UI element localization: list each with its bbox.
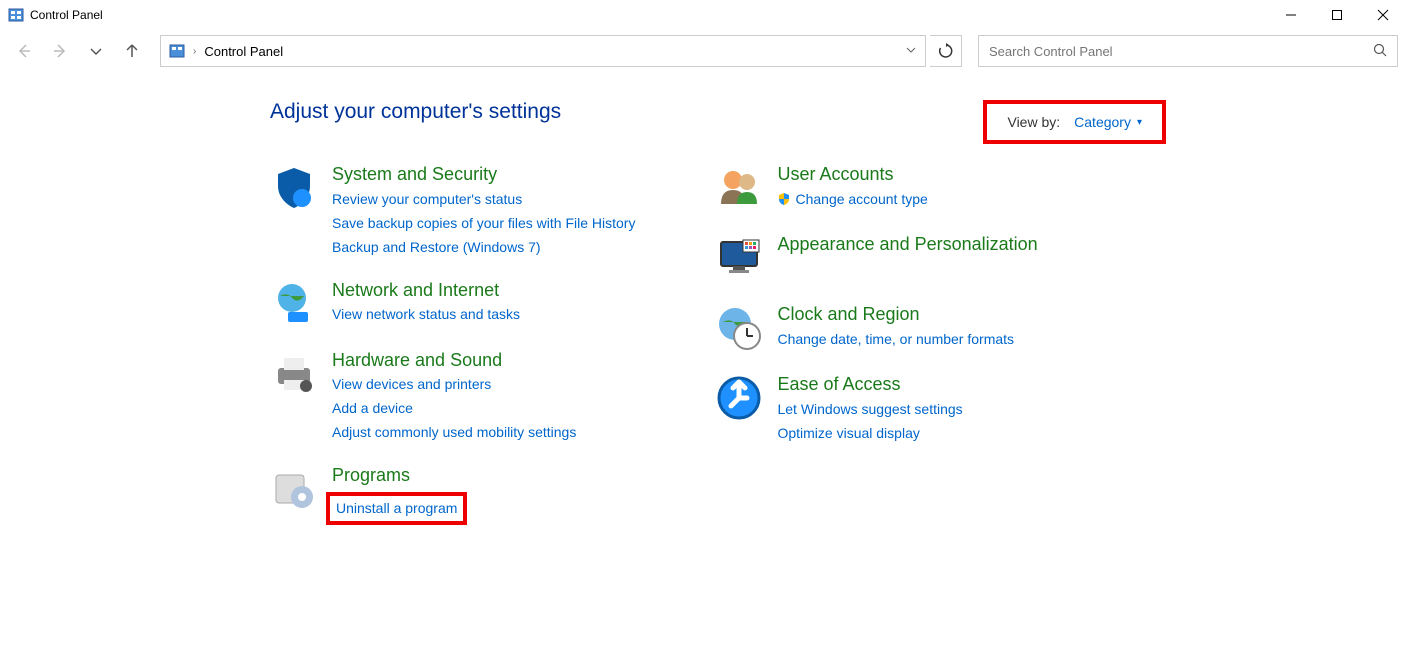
recent-locations-button[interactable] bbox=[80, 35, 112, 67]
category-title[interactable]: Appearance and Personalization bbox=[777, 234, 1037, 256]
view-by-dropdown[interactable]: Category ▾ bbox=[1074, 114, 1142, 130]
breadcrumb[interactable]: Control Panel bbox=[204, 44, 283, 59]
view-by-label: View by: bbox=[1007, 114, 1060, 130]
category-title[interactable]: Programs bbox=[332, 465, 467, 487]
category-link-text: Change account type bbox=[795, 189, 927, 210]
category-link[interactable]: Change date, time, or number formats bbox=[777, 329, 1014, 350]
search-input[interactable] bbox=[989, 44, 1373, 59]
caret-down-icon: ▾ bbox=[1137, 117, 1142, 128]
window-controls bbox=[1268, 0, 1406, 30]
category-programs: Programs Uninstall a program bbox=[270, 465, 635, 525]
users-icon bbox=[715, 164, 763, 212]
uninstall-program-link[interactable]: Uninstall a program bbox=[326, 492, 467, 525]
page-title: Adjust your computer's settings bbox=[270, 100, 1406, 124]
category-link[interactable]: View devices and printers bbox=[332, 374, 576, 395]
chevron-down-icon[interactable] bbox=[905, 43, 917, 59]
ease-of-access-icon bbox=[715, 374, 763, 422]
category-ease-of-access: Ease of Access Let Windows suggest setti… bbox=[715, 374, 1037, 444]
search-icon[interactable] bbox=[1373, 43, 1387, 60]
close-button[interactable] bbox=[1360, 0, 1406, 30]
category-system-security: System and Security Review your computer… bbox=[270, 164, 635, 258]
category-clock-region: Clock and Region Change date, time, or n… bbox=[715, 304, 1037, 352]
globe-network-icon bbox=[270, 280, 318, 328]
category-link[interactable]: Review your computer's status bbox=[332, 189, 635, 210]
category-link[interactable]: Add a device bbox=[332, 398, 576, 419]
up-button[interactable] bbox=[116, 35, 148, 67]
window-titlebar: Control Panel bbox=[0, 0, 1406, 30]
category-link[interactable]: Optimize visual display bbox=[777, 423, 962, 444]
category-link[interactable]: View network status and tasks bbox=[332, 304, 520, 325]
category-network-internet: Network and Internet View network status… bbox=[270, 280, 635, 328]
left-column: System and Security Review your computer… bbox=[270, 164, 635, 525]
navigation-bar: › Control Panel bbox=[0, 32, 1406, 70]
category-hardware-sound: Hardware and Sound View devices and prin… bbox=[270, 350, 635, 444]
uac-shield-icon bbox=[777, 192, 791, 206]
back-button[interactable] bbox=[8, 35, 40, 67]
shield-icon bbox=[270, 164, 318, 212]
forward-button[interactable] bbox=[44, 35, 76, 67]
monitor-icon bbox=[715, 234, 763, 282]
category-title[interactable]: Hardware and Sound bbox=[332, 350, 576, 372]
view-by-value: Category bbox=[1074, 114, 1131, 130]
category-link[interactable]: Backup and Restore (Windows 7) bbox=[332, 237, 635, 258]
address-bar[interactable]: › Control Panel bbox=[160, 35, 926, 67]
category-title[interactable]: Network and Internet bbox=[332, 280, 520, 302]
category-link[interactable]: Save backup copies of your files with Fi… bbox=[332, 213, 635, 234]
window-title: Control Panel bbox=[30, 8, 103, 22]
category-title[interactable]: Clock and Region bbox=[777, 304, 1014, 326]
programs-icon bbox=[270, 465, 318, 513]
category-user-accounts: User Accounts Change account type bbox=[715, 164, 1037, 212]
minimize-button[interactable] bbox=[1268, 0, 1314, 30]
category-link[interactable]: Adjust commonly used mobility settings bbox=[332, 422, 576, 443]
right-column: User Accounts Change account type bbox=[715, 164, 1037, 525]
printer-icon bbox=[270, 350, 318, 398]
content-area: Adjust your computer's settings View by:… bbox=[0, 70, 1406, 525]
category-title[interactable]: User Accounts bbox=[777, 164, 927, 186]
chevron-right-icon: › bbox=[193, 46, 196, 57]
category-appearance: Appearance and Personalization bbox=[715, 234, 1037, 282]
refresh-button[interactable] bbox=[930, 35, 962, 67]
view-by-selector: View by: Category ▾ bbox=[983, 100, 1166, 144]
category-title[interactable]: System and Security bbox=[332, 164, 635, 186]
search-box[interactable] bbox=[978, 35, 1398, 67]
control-panel-icon bbox=[169, 43, 185, 59]
category-title[interactable]: Ease of Access bbox=[777, 374, 962, 396]
category-link[interactable]: Change account type bbox=[777, 189, 927, 210]
clock-globe-icon bbox=[715, 304, 763, 352]
maximize-button[interactable] bbox=[1314, 0, 1360, 30]
category-link[interactable]: Let Windows suggest settings bbox=[777, 399, 962, 420]
control-panel-icon bbox=[8, 7, 24, 23]
